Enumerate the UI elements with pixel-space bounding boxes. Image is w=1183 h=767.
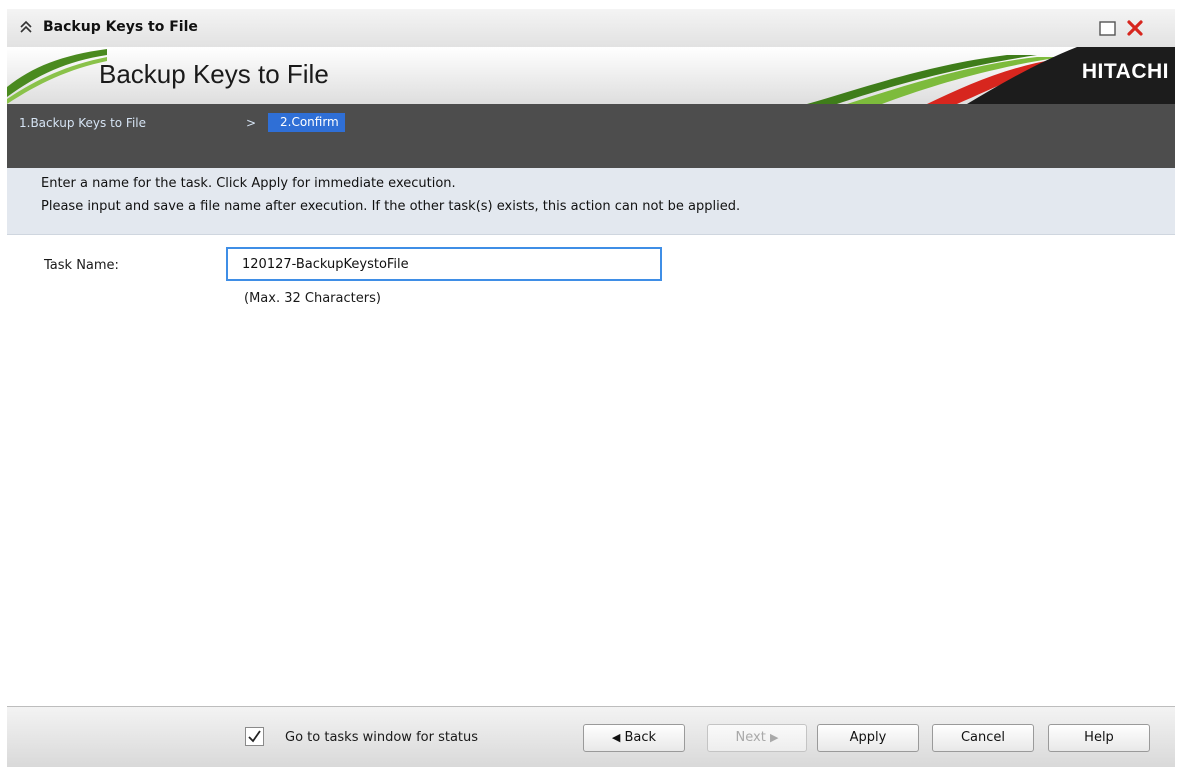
tasks-window-checkbox-label[interactable]: Go to tasks window for status <box>285 730 478 745</box>
cancel-button[interactable]: Cancel <box>932 724 1034 752</box>
step-confirm[interactable]: 2.Confirm <box>268 113 345 132</box>
back-arrow-icon: ◀ <box>611 731 621 744</box>
help-button[interactable]: Help <box>1048 724 1150 752</box>
banner-title: Backup Keys to File <box>99 59 329 89</box>
window-titlebar: Backup Keys to File <box>7 9 1175 48</box>
back-button[interactable]: ◀ Back <box>583 724 685 752</box>
next-button[interactable]: Next ▶ <box>707 724 807 752</box>
task-name-input[interactable] <box>226 247 662 281</box>
back-button-label: Back <box>624 730 657 745</box>
collapse-icon[interactable] <box>17 18 35 36</box>
step-backup-keys[interactable]: 1.Backup Keys to File <box>19 116 146 130</box>
close-icon[interactable] <box>1124 17 1146 39</box>
wizard-steps: 1.Backup Keys to File > 2.Confirm <box>7 104 1175 168</box>
instruction-line-2: Please input and save a file name after … <box>41 199 741 214</box>
header-banner: Backup Keys to File HITACHI <box>7 47 1175 104</box>
task-name-hint: (Max. 32 Characters) <box>244 291 381 306</box>
checkmark-icon <box>248 730 261 743</box>
task-name-label: Task Name: <box>44 258 119 273</box>
next-arrow-icon: ▶ <box>769 731 779 744</box>
apply-button[interactable]: Apply <box>817 724 919 752</box>
banner-swoosh-left <box>7 49 107 104</box>
instructions-panel: Enter a name for the task. Click Apply f… <box>7 168 1175 235</box>
instruction-line-1: Enter a name for the task. Click Apply f… <box>41 176 456 191</box>
step-separator: > <box>246 116 257 130</box>
footer-bar: Go to tasks window for status ◀ Back Nex… <box>7 706 1175 767</box>
tasks-window-checkbox[interactable] <box>245 727 264 746</box>
next-button-label: Next <box>735 730 766 745</box>
window-title: Backup Keys to File <box>43 19 198 35</box>
maximize-icon[interactable] <box>1098 18 1118 38</box>
hitachi-logo: HITACHI <box>1081 60 1169 83</box>
